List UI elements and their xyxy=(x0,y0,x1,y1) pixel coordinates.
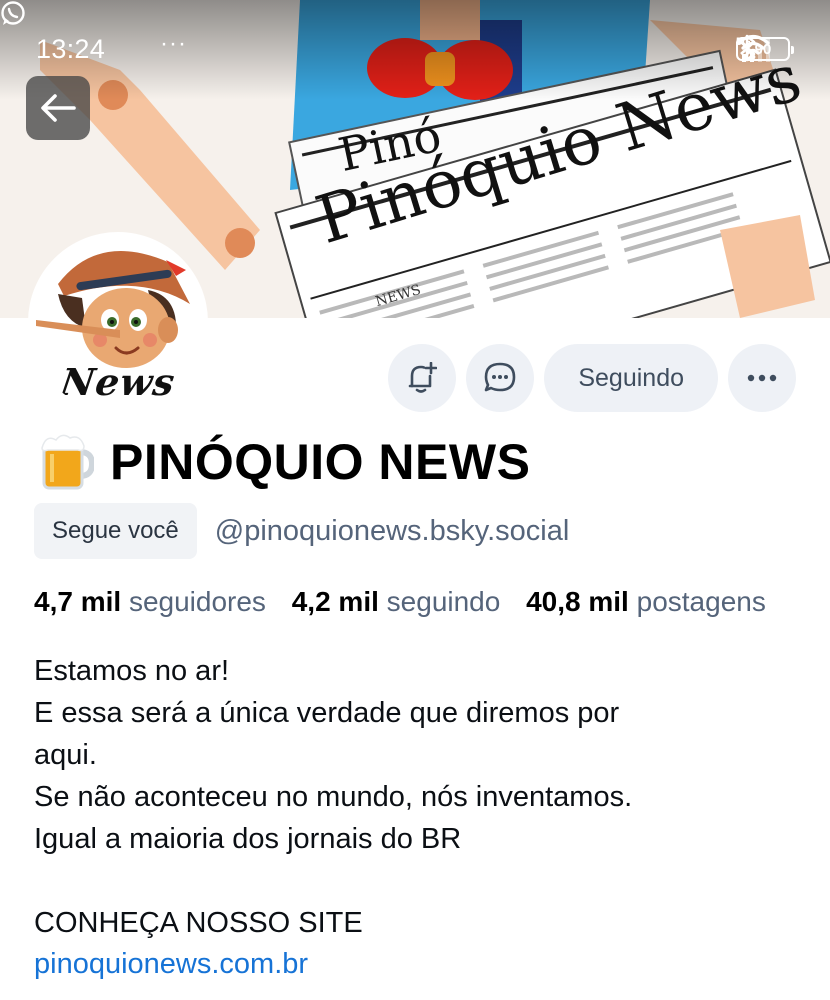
status-indicators: 5G 90 xyxy=(736,34,794,64)
profile-stats: 4,7 mil seguidores 4,2 mil seguindo 40,8… xyxy=(34,586,784,618)
bell-plus-icon xyxy=(409,362,438,393)
display-name-row: PINÓQUIO NEWS xyxy=(40,432,530,492)
profile-handle: @pinoquionews.bsky.social xyxy=(214,514,570,547)
back-button[interactable] xyxy=(26,76,90,140)
handle-row: Segue você @pinoquionews.bsky.social xyxy=(34,503,569,559)
profile-bio: Estamos no ar! E essa será a única verda… xyxy=(34,650,814,944)
bio-line: Igual a maioria dos jornais do BR xyxy=(34,823,462,855)
ellipsis-icon xyxy=(747,374,777,382)
battery-indicator: 90 xyxy=(736,37,794,61)
bio-line: Se não aconteceu no mundo, nós inventamo… xyxy=(34,781,633,813)
followers-label: seguidores xyxy=(128,586,266,617)
profile-avatar[interactable]: News xyxy=(28,232,208,412)
follows-you-badge: Segue você xyxy=(34,503,197,559)
notify-subscribe-button[interactable] xyxy=(388,344,457,412)
following-button[interactable]: Seguindo xyxy=(544,344,718,412)
message-button[interactable] xyxy=(466,344,535,412)
following-stat[interactable]: 4,2 mil seguindo xyxy=(292,586,501,618)
bio-line: E essa será a única verdade que diremos … xyxy=(34,697,620,729)
status-time: 13:24 xyxy=(36,34,106,64)
bio-line: Estamos no ar! xyxy=(34,655,230,687)
chat-bubble-icon xyxy=(485,362,516,392)
followers-count: 4,7 mil xyxy=(34,586,122,617)
posts-stat: 40,8 mil postagens xyxy=(526,586,766,618)
website-link[interactable]: pinoquionews.com.br xyxy=(34,948,308,981)
display-name: PINÓQUIO NEWS xyxy=(110,434,531,490)
bio-line: CONHEÇA NOSSO SITE xyxy=(34,907,363,939)
followers-stat[interactable]: 4,7 mil seguidores xyxy=(34,586,266,618)
bio-line xyxy=(34,860,814,902)
avatar-logo-text: News xyxy=(57,360,179,404)
arrow-left-icon xyxy=(41,94,76,122)
profile-actions: Seguindo xyxy=(388,344,796,412)
posts-count: 40,8 mil xyxy=(526,586,629,617)
posts-label: postagens xyxy=(636,586,766,617)
beer-mug-icon xyxy=(41,434,94,490)
whatsapp-icon xyxy=(1,1,25,25)
more-notifications-icon: ··· xyxy=(160,30,187,57)
bio-line: aqui. xyxy=(34,739,97,771)
status-bar: 13:24 ··· 5G 90 xyxy=(0,0,830,100)
more-options-button[interactable] xyxy=(728,344,796,412)
following-count: 4,2 mil xyxy=(291,586,379,617)
following-label: seguindo xyxy=(386,586,501,617)
